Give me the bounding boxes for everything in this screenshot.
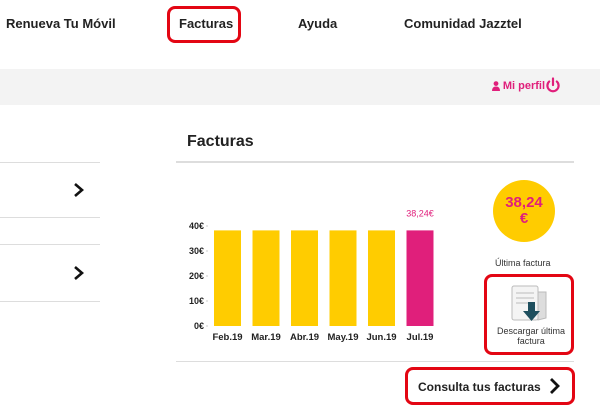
chevron-right-icon[interactable] bbox=[72, 265, 86, 281]
last-bar-data-label: 38,24€ bbox=[406, 208, 434, 218]
section-title: Facturas bbox=[187, 133, 254, 150]
left-divider bbox=[0, 217, 100, 218]
nav-renueva-movil[interactable]: Renueva Tu Móvil bbox=[6, 16, 116, 31]
power-logout-icon[interactable] bbox=[545, 77, 561, 93]
highlight-frame-download bbox=[484, 274, 574, 355]
top-navigation: Renueva Tu Móvil Facturas Ayuda Comunida… bbox=[0, 0, 600, 48]
bar-Jul.19 bbox=[406, 230, 434, 326]
bar-Mar.19 bbox=[252, 230, 280, 326]
chevron-right-icon[interactable] bbox=[72, 182, 86, 198]
section-divider bbox=[176, 361, 574, 362]
bar-Abr.19 bbox=[291, 230, 318, 326]
bar-Jun.19 bbox=[368, 230, 395, 326]
left-divider bbox=[0, 244, 100, 245]
amount-value: 38,24 bbox=[505, 194, 543, 211]
x-tick-label: Jun.19 bbox=[366, 332, 396, 343]
y-tick-label: 0€ bbox=[194, 321, 204, 331]
y-tick-label: 10€ bbox=[189, 296, 204, 306]
left-divider bbox=[0, 301, 100, 302]
y-tick-label: 20€ bbox=[189, 271, 204, 281]
bar-May.19 bbox=[329, 230, 357, 326]
invoices-bar-chart: 0€ 10€ 20€ 30€ 40€ Feb.19 Mar.19 Abr.19 May.19 Ju… bbox=[189, 208, 434, 343]
highlight-frame-facturas bbox=[167, 6, 241, 43]
user-icon bbox=[491, 81, 500, 91]
left-divider bbox=[0, 162, 100, 163]
x-tick-label: Feb.19 bbox=[212, 332, 242, 343]
y-tick-label: 30€ bbox=[189, 246, 204, 256]
x-tick-label: Mar.19 bbox=[251, 332, 281, 343]
x-tick-label: Jul.19 bbox=[407, 332, 434, 343]
mi-perfil-link[interactable]: Mi perfil bbox=[491, 80, 545, 92]
amount-currency: € bbox=[519, 210, 529, 227]
mi-perfil-label: Mi perfil bbox=[502, 80, 545, 92]
nav-ayuda[interactable]: Ayuda bbox=[298, 16, 337, 31]
last-invoice-caption: Última factura bbox=[495, 258, 551, 268]
bar-Feb.19 bbox=[214, 230, 241, 326]
x-tick-label: Abr.19 bbox=[290, 332, 319, 343]
y-tick-label: 40€ bbox=[189, 221, 204, 231]
nav-comunidad-jazztel[interactable]: Comunidad Jazztel bbox=[404, 16, 522, 31]
section-divider bbox=[176, 161, 574, 163]
highlight-frame-consulta bbox=[405, 367, 575, 405]
last-invoice-amount-badge: 38,24 € bbox=[493, 180, 555, 242]
x-tick-label: May.19 bbox=[328, 332, 359, 343]
